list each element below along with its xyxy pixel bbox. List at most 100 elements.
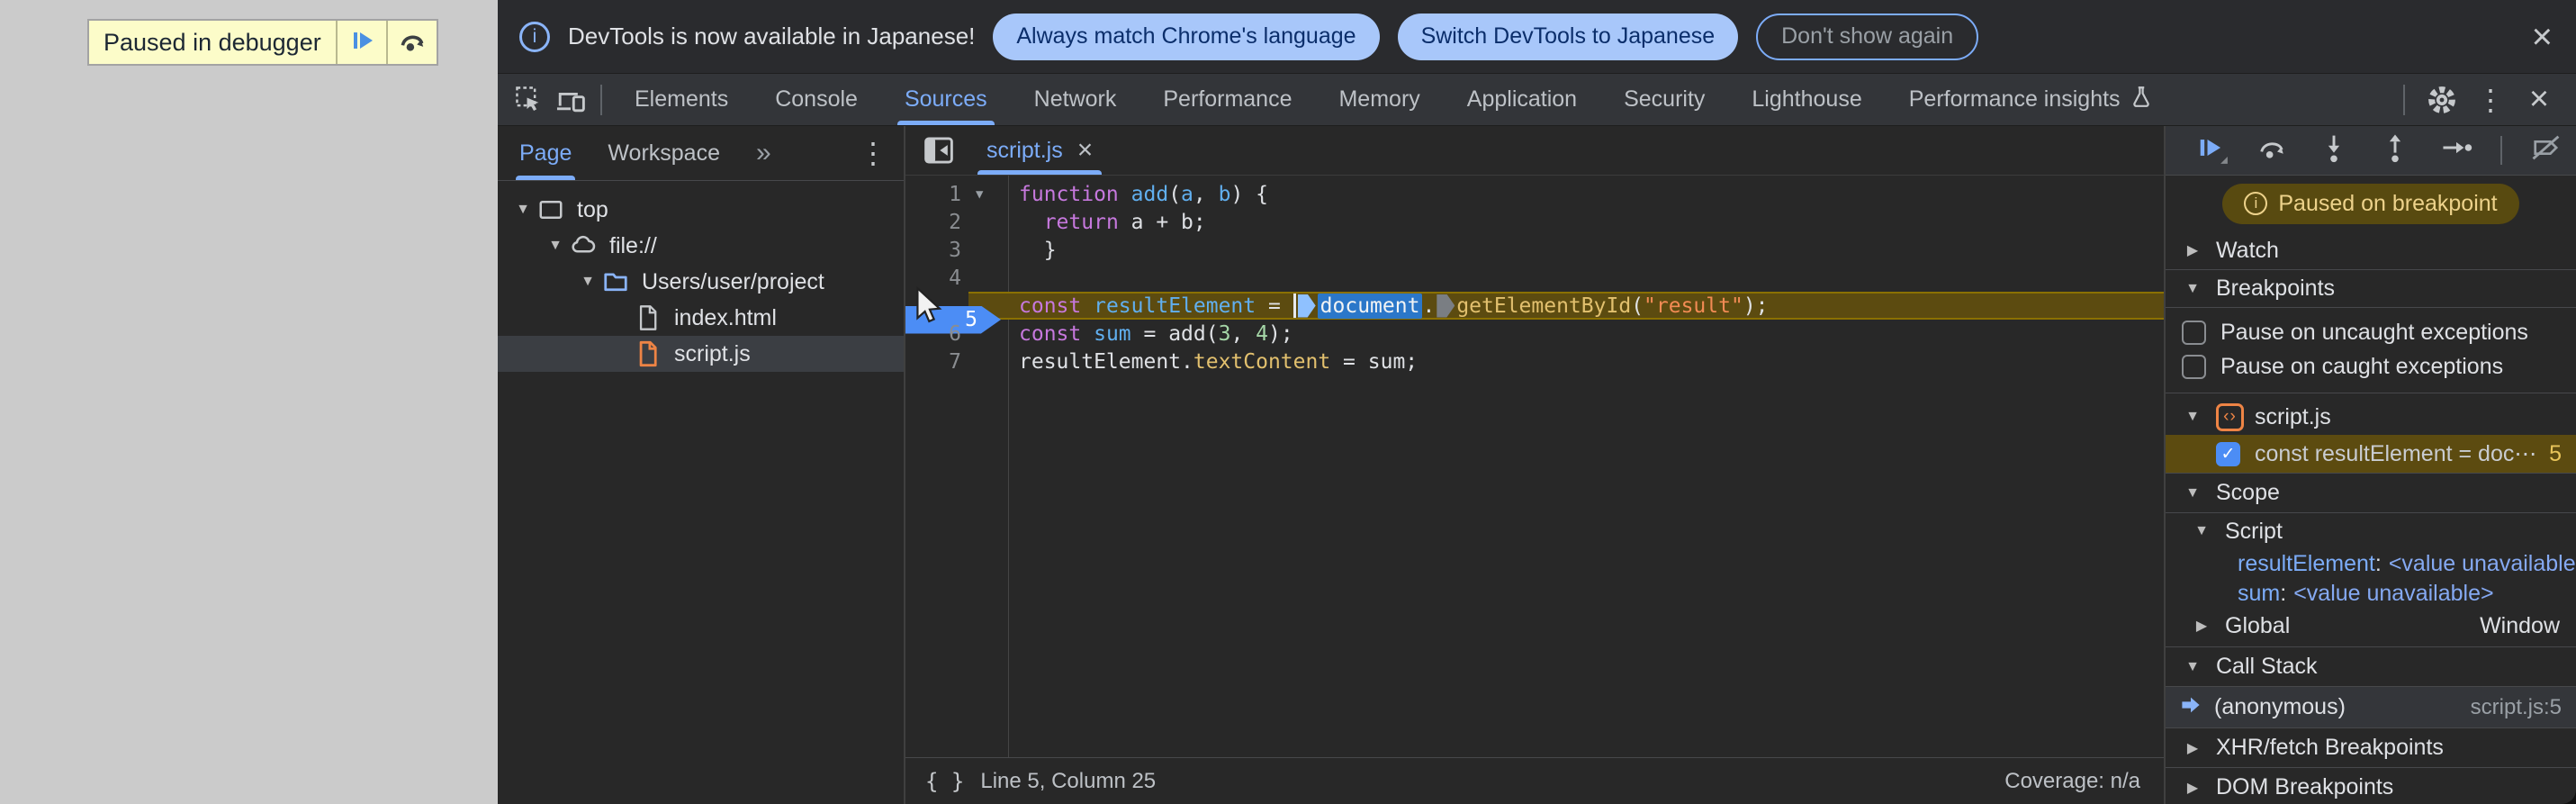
- code-line-4[interactable]: 4: [905, 264, 2164, 292]
- overlay-resume-button[interactable]: [335, 21, 386, 64]
- line-number[interactable]: 7: [905, 350, 968, 374]
- chevron-down-icon[interactable]: ▼: [543, 238, 568, 254]
- tree-item-users-user-project[interactable]: ▼ Users/user/project: [498, 264, 904, 300]
- settings-gear-icon[interactable]: [2421, 79, 2463, 121]
- continue-to-here-marker-icon[interactable]: [1437, 294, 1455, 318]
- code-line-2[interactable]: 2 return a + b;: [905, 208, 2164, 236]
- pause-uncaught-row[interactable]: Pause on uncaught exceptions: [2166, 315, 2576, 349]
- tab-network[interactable]: Network: [1011, 74, 1140, 125]
- step-over-icon[interactable]: [2256, 131, 2290, 171]
- call-stack-frame[interactable]: (anonymous) script.js:5: [2166, 686, 2576, 727]
- chevron-down-icon[interactable]: ▼: [2180, 409, 2205, 425]
- fold-marker-icon[interactable]: ▼: [968, 187, 1008, 202]
- tab-application[interactable]: Application: [1444, 74, 1600, 125]
- code-line-1[interactable]: 1 ▼ function add(a, b) {: [905, 180, 2164, 208]
- chevron-right-icon[interactable]: ▶: [2180, 779, 2205, 797]
- line-number[interactable]: 1: [905, 183, 968, 206]
- pause-caught-row[interactable]: Pause on caught exceptions: [2166, 349, 2576, 384]
- tab-label: Application: [1466, 86, 1578, 112]
- chevron-down-icon[interactable]: ▼: [2180, 281, 2205, 297]
- chevron-down-icon[interactable]: ▼: [2180, 659, 2205, 675]
- devtools-close-icon[interactable]: ×: [2518, 79, 2560, 121]
- navigator-tabs: Page Workspace » ⋮: [498, 126, 904, 181]
- section-xhr-breakpoints[interactable]: ▶ XHR/fetch Breakpoints: [2166, 727, 2576, 767]
- section-breakpoints[interactable]: ▼ Breakpoints: [2166, 269, 2576, 307]
- section-scope[interactable]: ▼ Scope: [2166, 473, 2576, 512]
- toggle-device-toolbar-icon[interactable]: [550, 79, 591, 121]
- breakpoint-checkbox[interactable]: ✓: [2216, 441, 2240, 466]
- breakpoint-entry[interactable]: ✓ const resultElement = doc⋯ 5: [2166, 435, 2576, 473]
- code-token: a + b;: [1118, 210, 1206, 234]
- step-into-icon[interactable]: [2317, 131, 2351, 171]
- tab-security[interactable]: Security: [1600, 74, 1728, 125]
- dont-show-again-button[interactable]: Don't show again: [1756, 13, 1979, 60]
- scope-variable[interactable]: sum: <value unavailable>: [2166, 579, 2576, 609]
- pause-uncaught-checkbox[interactable]: [2182, 320, 2206, 345]
- step-icon[interactable]: [2439, 131, 2473, 171]
- pretty-print-icon[interactable]: { }: [925, 769, 964, 794]
- tree-item-top[interactable]: ▼ top: [498, 192, 904, 228]
- tree-item-file[interactable]: ▼ file://: [498, 228, 904, 264]
- tab-console[interactable]: Console: [752, 74, 881, 125]
- chevron-right-icon[interactable]: ▶: [2180, 241, 2205, 259]
- tree-item-label: file://: [609, 232, 657, 258]
- section-dom-breakpoints[interactable]: ▶ DOM Breakpoints: [2166, 767, 2576, 804]
- active-frame-arrow-icon: [2180, 694, 2202, 720]
- code-line-7[interactable]: 7 resultElement. textContent = sum;: [905, 348, 2164, 375]
- overlay-step-over-button[interactable]: [385, 21, 437, 64]
- section-watch[interactable]: ▶ Watch: [2166, 231, 2576, 269]
- tab-sources[interactable]: Sources: [881, 74, 1011, 125]
- more-tabs-icon[interactable]: »: [756, 138, 771, 168]
- chevron-down-icon[interactable]: ▼: [575, 274, 600, 290]
- tab-memory[interactable]: Memory: [1315, 74, 1443, 125]
- chevron-down-icon[interactable]: ▼: [2189, 523, 2214, 539]
- navigator-more-options-icon[interactable]: ⋮: [859, 136, 887, 170]
- section-call-stack[interactable]: ▼ Call Stack: [2166, 646, 2576, 686]
- tab-page[interactable]: Page: [515, 126, 576, 180]
- always-match-language-button[interactable]: Always match Chrome's language: [993, 13, 1380, 60]
- code-area[interactable]: 1 ▼ function add(a, b) {2 return a + b; 3 }…: [905, 176, 2164, 757]
- paused-on-breakpoint-badge: i Paused on breakpoint: [2222, 183, 2519, 224]
- tab-close-icon[interactable]: ×: [1077, 135, 1094, 166]
- code-line-3[interactable]: 3 }: [905, 236, 2164, 264]
- code-line-6[interactable]: 6 const sum = add(3, 4);: [905, 320, 2164, 348]
- chevron-down-icon[interactable]: ▼: [510, 202, 536, 218]
- code-text: const sum = add(3, 4);: [1008, 320, 2164, 348]
- infobar-close-icon[interactable]: ×: [2532, 19, 2553, 55]
- flask-icon: [2130, 84, 2153, 115]
- breakpoint-file-label: script.js: [2255, 403, 2331, 429]
- continue-to-here-marker-icon[interactable]: [1297, 294, 1316, 318]
- scope-global-row[interactable]: ▶ Global Window: [2166, 609, 2576, 643]
- inspect-element-icon[interactable]: [509, 79, 550, 121]
- hide-navigator-icon[interactable]: [918, 130, 959, 171]
- chevron-down-icon[interactable]: ▼: [2180, 485, 2205, 501]
- scope-script-row[interactable]: ▼ Script: [2166, 513, 2576, 549]
- pause-caught-checkbox[interactable]: [2182, 354, 2206, 379]
- scope-variable[interactable]: resultElement: <value unavailable>: [2166, 549, 2576, 579]
- chevron-right-icon[interactable]: ▶: [2180, 739, 2205, 757]
- code-editor: script.js × 1 ▼ function add(a, b) {2 retu…: [905, 126, 2164, 804]
- line-number[interactable]: 2: [905, 211, 968, 234]
- paused-in-debugger-label: Paused in debugger: [104, 28, 321, 56]
- resume-script-icon[interactable]: [2194, 131, 2229, 171]
- more-options-icon[interactable]: ⋮: [2470, 79, 2511, 121]
- switch-to-japanese-button[interactable]: Switch DevTools to Japanese: [1397, 13, 1739, 60]
- line-number[interactable]: 3: [905, 239, 968, 262]
- tab-lighthouse[interactable]: Lighthouse: [1728, 74, 1885, 125]
- tab-performance-insights[interactable]: Performance insights: [1886, 74, 2176, 125]
- step-over-icon: [396, 24, 428, 61]
- tree-item-script-js[interactable]: script.js: [498, 336, 904, 372]
- code-token: (: [1168, 182, 1182, 206]
- step-out-icon[interactable]: [2378, 131, 2412, 171]
- editor-tab-scriptjs[interactable]: script.js ×: [974, 126, 1105, 175]
- code-line-5[interactable]: 5 const resultElement = document. getEleme…: [905, 292, 2164, 334]
- tree-item-index-html[interactable]: index.html: [498, 300, 904, 336]
- tab-elements[interactable]: Elements: [611, 74, 752, 125]
- tab-performance[interactable]: Performance: [1139, 74, 1315, 125]
- tab-workspace[interactable]: Workspace: [608, 126, 720, 180]
- breakpoint-file-row[interactable]: ▼ ‹› script.js: [2166, 399, 2576, 435]
- chevron-right-icon[interactable]: ▶: [2189, 617, 2214, 635]
- deactivate-breakpoints-icon[interactable]: [2529, 131, 2563, 171]
- tree-item-label: top: [577, 196, 608, 222]
